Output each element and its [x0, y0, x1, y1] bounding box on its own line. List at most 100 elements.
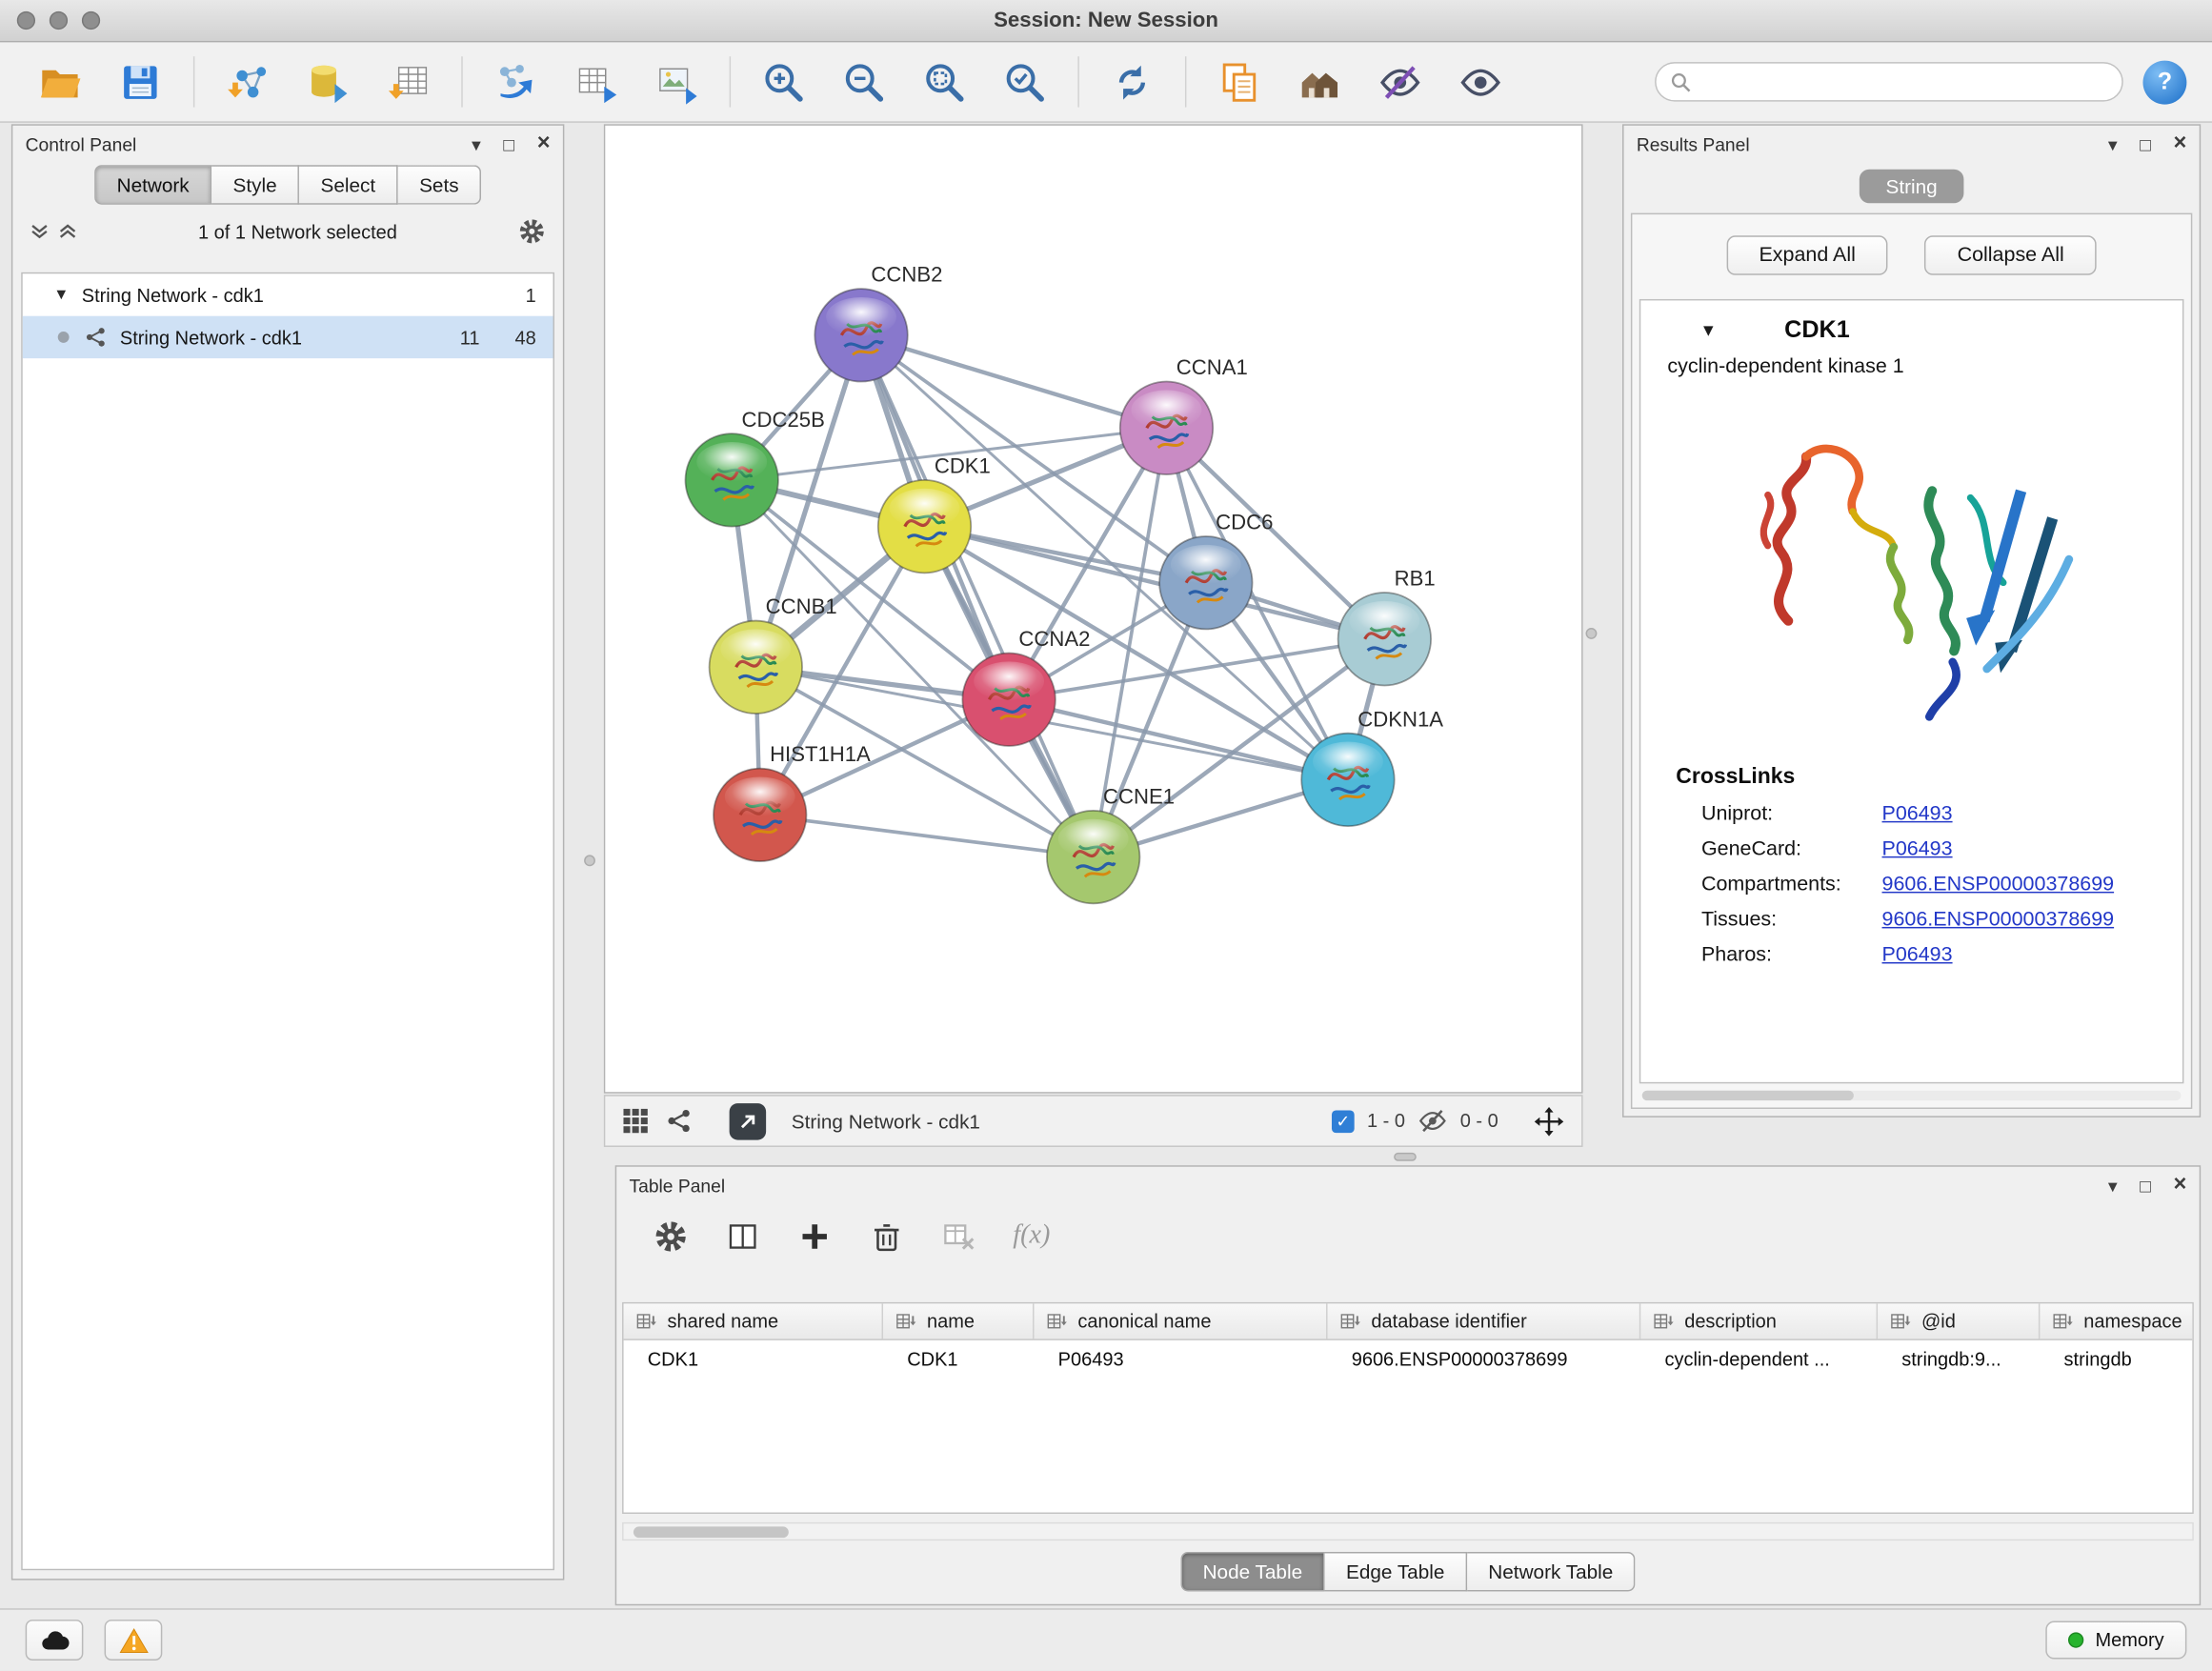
network-node-rb1[interactable]: [1338, 593, 1431, 685]
results-scrollbar[interactable]: [1642, 1091, 2182, 1100]
delete-column-button[interactable]: [869, 1218, 904, 1254]
collapse-all-icon[interactable]: [30, 222, 50, 242]
network-edge[interactable]: [925, 527, 1385, 639]
tab-node-table[interactable]: Node Table: [1180, 1552, 1325, 1591]
network-edge[interactable]: [760, 815, 1094, 856]
function-builder-button[interactable]: f(x): [1013, 1220, 1050, 1252]
import-network-from-database-button[interactable]: [296, 50, 358, 112]
panel-menu-button[interactable]: ▾: [2108, 1176, 2118, 1194]
table-cell[interactable]: stringdb: [2040, 1340, 2193, 1379]
network-node-ccne1[interactable]: [1047, 811, 1139, 903]
results-scrollbar-thumb[interactable]: [1642, 1091, 1854, 1100]
warnings-button[interactable]: [105, 1620, 163, 1661]
network-node-ccnb2[interactable]: [814, 289, 907, 381]
tree-expand-icon[interactable]: ▼: [53, 287, 69, 304]
splitter-handle[interactable]: [584, 855, 595, 866]
table-horizontal-scrollbar[interactable]: [622, 1522, 2194, 1540]
column-header--id[interactable]: @id: [1878, 1303, 2040, 1339]
network-node-ccna2[interactable]: [962, 654, 1055, 746]
panel-close-button[interactable]: ×: [2174, 132, 2187, 155]
export-table-button[interactable]: [564, 50, 626, 112]
network-node-hist1h1a[interactable]: [714, 769, 806, 861]
hide-details-button[interactable]: [1368, 50, 1430, 112]
expand-all-button[interactable]: Expand All: [1726, 235, 1888, 274]
tab-sets[interactable]: Sets: [398, 165, 481, 204]
zoom-fit-button[interactable]: [913, 50, 975, 112]
network-edge[interactable]: [861, 335, 1166, 428]
export-view-button[interactable]: [730, 1102, 767, 1139]
tab-network[interactable]: Network: [94, 165, 211, 204]
tab-network-table[interactable]: Network Table: [1467, 1552, 1636, 1591]
expand-all-icon[interactable]: [58, 222, 78, 242]
zoom-out-button[interactable]: [833, 50, 895, 112]
panel-menu-button[interactable]: ▾: [472, 134, 481, 152]
delete-table-button[interactable]: [941, 1218, 976, 1254]
import-network-from-file-button[interactable]: [216, 50, 278, 112]
import-table-from-file-button[interactable]: [376, 50, 438, 112]
save-session-button[interactable]: [109, 50, 171, 112]
tab-edge-table[interactable]: Edge Table: [1325, 1552, 1467, 1591]
window-close-button[interactable]: [17, 11, 35, 30]
crosslink-link[interactable]: P06493: [1882, 944, 1953, 967]
panel-menu-button[interactable]: ▾: [2108, 134, 2118, 152]
table-cell[interactable]: P06493: [1034, 1340, 1327, 1379]
zoom-selected-button[interactable]: [994, 50, 1056, 112]
panel-float-button[interactable]: □: [2140, 134, 2151, 152]
network-node-cdc6[interactable]: [1159, 536, 1252, 629]
table-cell[interactable]: CDK1: [624, 1340, 883, 1379]
network-node-ccnb1[interactable]: [710, 621, 802, 714]
table-cell[interactable]: 9606.ENSP00000378699: [1328, 1340, 1641, 1379]
network-options-gear-icon[interactable]: [517, 217, 546, 246]
export-image-button[interactable]: [645, 50, 707, 112]
create-column-button[interactable]: [797, 1218, 833, 1254]
memory-button[interactable]: Memory: [2046, 1621, 2187, 1660]
help-button[interactable]: ?: [2142, 60, 2186, 104]
column-header-name[interactable]: name: [883, 1303, 1034, 1339]
window-zoom-button[interactable]: [82, 11, 100, 30]
network-node-cdkn1a[interactable]: [1301, 734, 1394, 826]
table-options-button[interactable]: [654, 1218, 689, 1254]
tab-style[interactable]: Style: [211, 165, 299, 204]
network-canvas[interactable]: CCNB2CCNA1CDC25BCDK1CDC6RB1CCNB1CCNA2CDK…: [604, 124, 1583, 1093]
apply-layout-button[interactable]: [1100, 50, 1162, 112]
tab-select[interactable]: Select: [299, 165, 398, 204]
network-collection-row[interactable]: ▼ String Network - cdk1 1: [23, 273, 553, 315]
table-cell[interactable]: stringdb:9...: [1878, 1340, 2040, 1379]
zoom-in-button[interactable]: [752, 50, 814, 112]
column-header-namespace[interactable]: namespace: [2040, 1303, 2193, 1339]
window-minimize-button[interactable]: [50, 11, 68, 30]
panel-close-button[interactable]: ×: [2174, 1174, 2187, 1197]
column-header-description[interactable]: description: [1640, 1303, 1878, 1339]
cloud-status-button[interactable]: [26, 1620, 84, 1661]
crosslink-link[interactable]: P06493: [1882, 803, 1953, 826]
network-overview-button[interactable]: [666, 1108, 693, 1135]
home-button[interactable]: [1288, 50, 1350, 112]
network-node-ccna1[interactable]: [1120, 382, 1213, 474]
panel-close-button[interactable]: ×: [537, 132, 551, 155]
documents-button[interactable]: [1208, 50, 1270, 112]
pan-mode-button[interactable]: [1534, 1105, 1565, 1137]
crosslink-link[interactable]: 9606.ENSP00000378699: [1882, 874, 2115, 896]
open-session-button[interactable]: [29, 50, 90, 112]
network-row[interactable]: String Network - cdk1 11 48: [23, 316, 553, 358]
column-header-canonical-name[interactable]: canonical name: [1034, 1303, 1327, 1339]
show-details-button[interactable]: [1449, 50, 1511, 112]
crosslink-link[interactable]: P06493: [1882, 838, 1953, 861]
table-cell[interactable]: CDK1: [883, 1340, 1034, 1379]
panel-float-button[interactable]: □: [2140, 1176, 2151, 1194]
splitter-handle[interactable]: [1394, 1153, 1417, 1161]
table-scrollbar-thumb[interactable]: [633, 1526, 789, 1538]
network-edge[interactable]: [861, 335, 1094, 857]
column-header-shared-name[interactable]: shared name: [624, 1303, 883, 1339]
tab-string[interactable]: String: [1859, 170, 1963, 204]
network-node-cdk1[interactable]: [878, 480, 971, 573]
collapse-all-button[interactable]: Collapse All: [1925, 235, 2097, 274]
birds-eye-view-button[interactable]: [622, 1108, 649, 1135]
column-header-database-identifier[interactable]: database identifier: [1328, 1303, 1641, 1339]
export-network-button[interactable]: [484, 50, 546, 112]
splitter-handle[interactable]: [1586, 628, 1598, 639]
network-node-cdc25b[interactable]: [685, 433, 777, 526]
crosslink-link[interactable]: 9606.ENSP00000378699: [1882, 909, 2115, 932]
table-row[interactable]: CDK1CDK1P064939606.ENSP00000378699cyclin…: [624, 1340, 2193, 1379]
table-cell[interactable]: cyclin-dependent ...: [1640, 1340, 1878, 1379]
